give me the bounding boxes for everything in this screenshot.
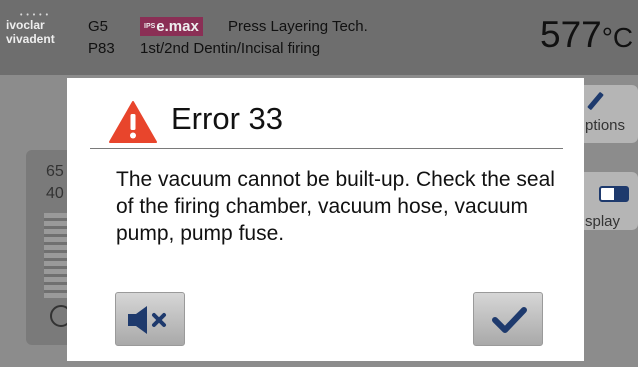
display-toggle-icon [599,186,629,202]
options-button-label: ptions [585,117,626,134]
brand-logo: • • • • • ivoclar vivadent [6,12,55,46]
checkmark-icon [492,307,527,333]
temperature-value: 577 [540,14,602,55]
program-group: G5 [88,18,109,35]
panel-value-bottom: 40 [46,185,64,202]
material-badge-prefix: IPS [144,23,156,30]
temperature-readout: 577°C [540,14,633,56]
confirm-button[interactable] [473,292,543,346]
warning-triangle-icon [109,101,157,143]
display-button-label: splay [585,213,621,230]
touchscreen: • • • • • ivoclar vivadent G5 P83 IPSe.m… [0,0,638,367]
speaker-mute-icon [128,306,166,334]
material-badge-text: e.max [156,18,199,35]
mute-alarm-button[interactable] [115,292,185,346]
program-number: P83 [88,40,115,57]
material-badge: IPSe.max [140,17,203,36]
dialog-title: Error 33 [171,101,283,136]
dialog-message: The vacuum cannot be built-up. Check the… [116,168,555,245]
program-title: Press Layering Tech. [228,18,368,35]
dialog-divider [90,148,563,149]
temperature-unit: °C [601,22,634,53]
logo-line-2: vivadent [6,32,55,46]
panel-value-top: 65 [46,163,64,180]
header-bar: • • • • • ivoclar vivadent G5 P83 IPSe.m… [0,0,638,75]
program-subtitle: 1st/2nd Dentin/Incisal firing [140,40,321,57]
